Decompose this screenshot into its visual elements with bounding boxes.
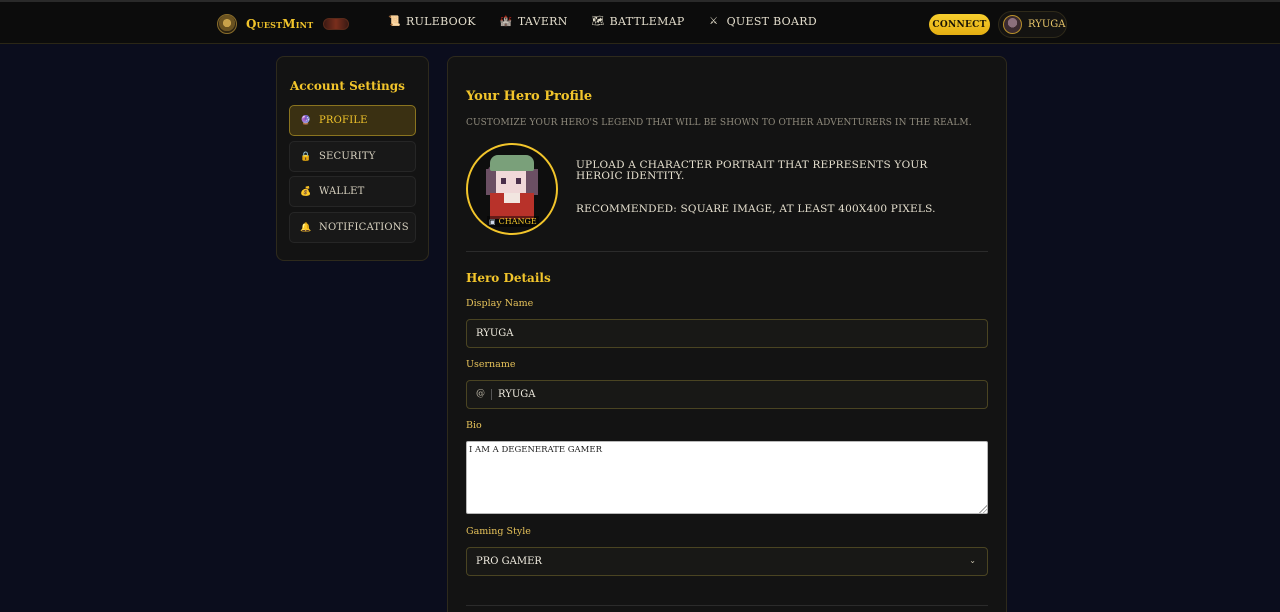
top-navbar: QuestMint 📜 RULEBOOK 🏰 TAVERN 🗺 BATTLEMA… <box>0 0 1280 44</box>
nav-link-rulebook[interactable]: 📜 RULEBOOK <box>388 15 476 28</box>
bio-label: Bio <box>466 420 482 431</box>
nav-link-quest-board[interactable]: ⚔ QUEST BOARD <box>709 15 817 28</box>
upload-recommendation: RECOMMENDED: SQUARE IMAGE, AT LEAST 400X… <box>576 203 936 215</box>
change-portrait-button[interactable]: ▣ CHANGE <box>487 216 539 227</box>
sidebar-item-label: SECURITY <box>319 151 376 162</box>
sidebar-item-label: PROFILE <box>319 115 368 126</box>
change-label: CHANGE <box>498 217 537 226</box>
at-sign-prefix: @ <box>476 389 492 400</box>
user-menu[interactable]: RYUGA <box>998 11 1067 38</box>
user-name: RYUGA <box>1028 19 1066 30</box>
nav-link-label: RULEBOOK <box>406 15 476 28</box>
sidebar-item-profile[interactable]: 🔮 PROFILE <box>289 105 416 136</box>
resize-handle-icon[interactable] <box>979 505 987 513</box>
display-name-label: Display Name <box>466 298 534 309</box>
sidebar-item-wallet[interactable]: 💰 WALLET <box>289 176 416 207</box>
sidebar-item-notifications[interactable]: 🔔 NOTIFICATIONS <box>289 212 416 243</box>
sidebar-item-label: WALLET <box>319 186 365 197</box>
portrait-art <box>504 193 520 203</box>
divider <box>466 605 988 606</box>
username-value: RYUGA <box>498 389 536 400</box>
crystal-ball-icon: 🔮 <box>300 115 312 126</box>
nav-link-tavern[interactable]: 🏰 TAVERN <box>500 15 568 28</box>
settings-sidebar: Account Settings 🔮 PROFILE 🔒 SECURITY 💰 … <box>276 56 429 261</box>
portrait-art <box>516 178 521 184</box>
sidebar-item-security[interactable]: 🔒 SECURITY <box>289 141 416 172</box>
connect-wallet-button[interactable]: CONNECT <box>929 14 990 35</box>
lock-icon: 🔒 <box>300 151 312 162</box>
hero-portrait-upload[interactable]: ▣ CHANGE <box>466 143 558 235</box>
brand-logo[interactable]: QuestMint <box>217 12 350 36</box>
scroll-icon: 📜 <box>388 16 401 27</box>
portrait-art <box>490 155 534 171</box>
page-subtitle: CUSTOMIZE YOUR HERO'S LEGEND THAT WILL B… <box>466 118 972 128</box>
brand-badge-icon <box>323 18 350 30</box>
nav-link-label: TAVERN <box>517 15 568 28</box>
gaming-style-value: PRO GAMER <box>476 556 542 567</box>
gaming-style-select[interactable]: PRO GAMER ⌄ <box>466 547 988 576</box>
money-bag-icon: 💰 <box>300 186 312 197</box>
sidebar-item-label: NOTIFICATIONS <box>319 222 409 233</box>
page-title: Your Hero Profile <box>466 89 593 104</box>
section-title: Hero Details <box>466 271 551 285</box>
username-label: Username <box>466 359 516 370</box>
upload-instructions: UPLOAD A CHARACTER PORTRAIT THAT REPRESE… <box>576 159 928 182</box>
avatar <box>1003 15 1022 34</box>
castle-icon: 🏰 <box>499 16 513 27</box>
brand-name: QuestMint <box>246 17 314 31</box>
username-field[interactable]: @ RYUGA <box>466 380 988 409</box>
nav-link-label: BATTLEMAP <box>609 15 685 28</box>
nav-link-label: QUEST BOARD <box>726 15 817 28</box>
display-name-field[interactable]: RYUGA <box>466 319 988 348</box>
portrait-art <box>501 178 506 184</box>
chevron-down-icon: ⌄ <box>969 556 976 565</box>
bio-textarea[interactable]: I AM A DEGENERATE GAMER <box>466 441 988 514</box>
sidebar-title: Account Settings <box>290 79 405 93</box>
nav-links: 📜 RULEBOOK 🏰 TAVERN 🗺 BATTLEMAP ⚔ QUEST … <box>388 15 841 28</box>
gaming-style-label: Gaming Style <box>466 526 531 537</box>
map-icon: 🗺 <box>591 16 605 27</box>
nav-link-battlemap[interactable]: 🗺 BATTLEMAP <box>592 15 685 28</box>
camera-icon: ▣ <box>489 217 496 226</box>
bell-icon: 🔔 <box>300 222 312 233</box>
brand-emblem-icon <box>217 14 237 34</box>
crossed-swords-icon: ⚔ <box>709 16 719 27</box>
profile-card: Your Hero Profile CUSTOMIZE YOUR HERO'S … <box>447 56 1007 612</box>
divider <box>466 251 988 252</box>
